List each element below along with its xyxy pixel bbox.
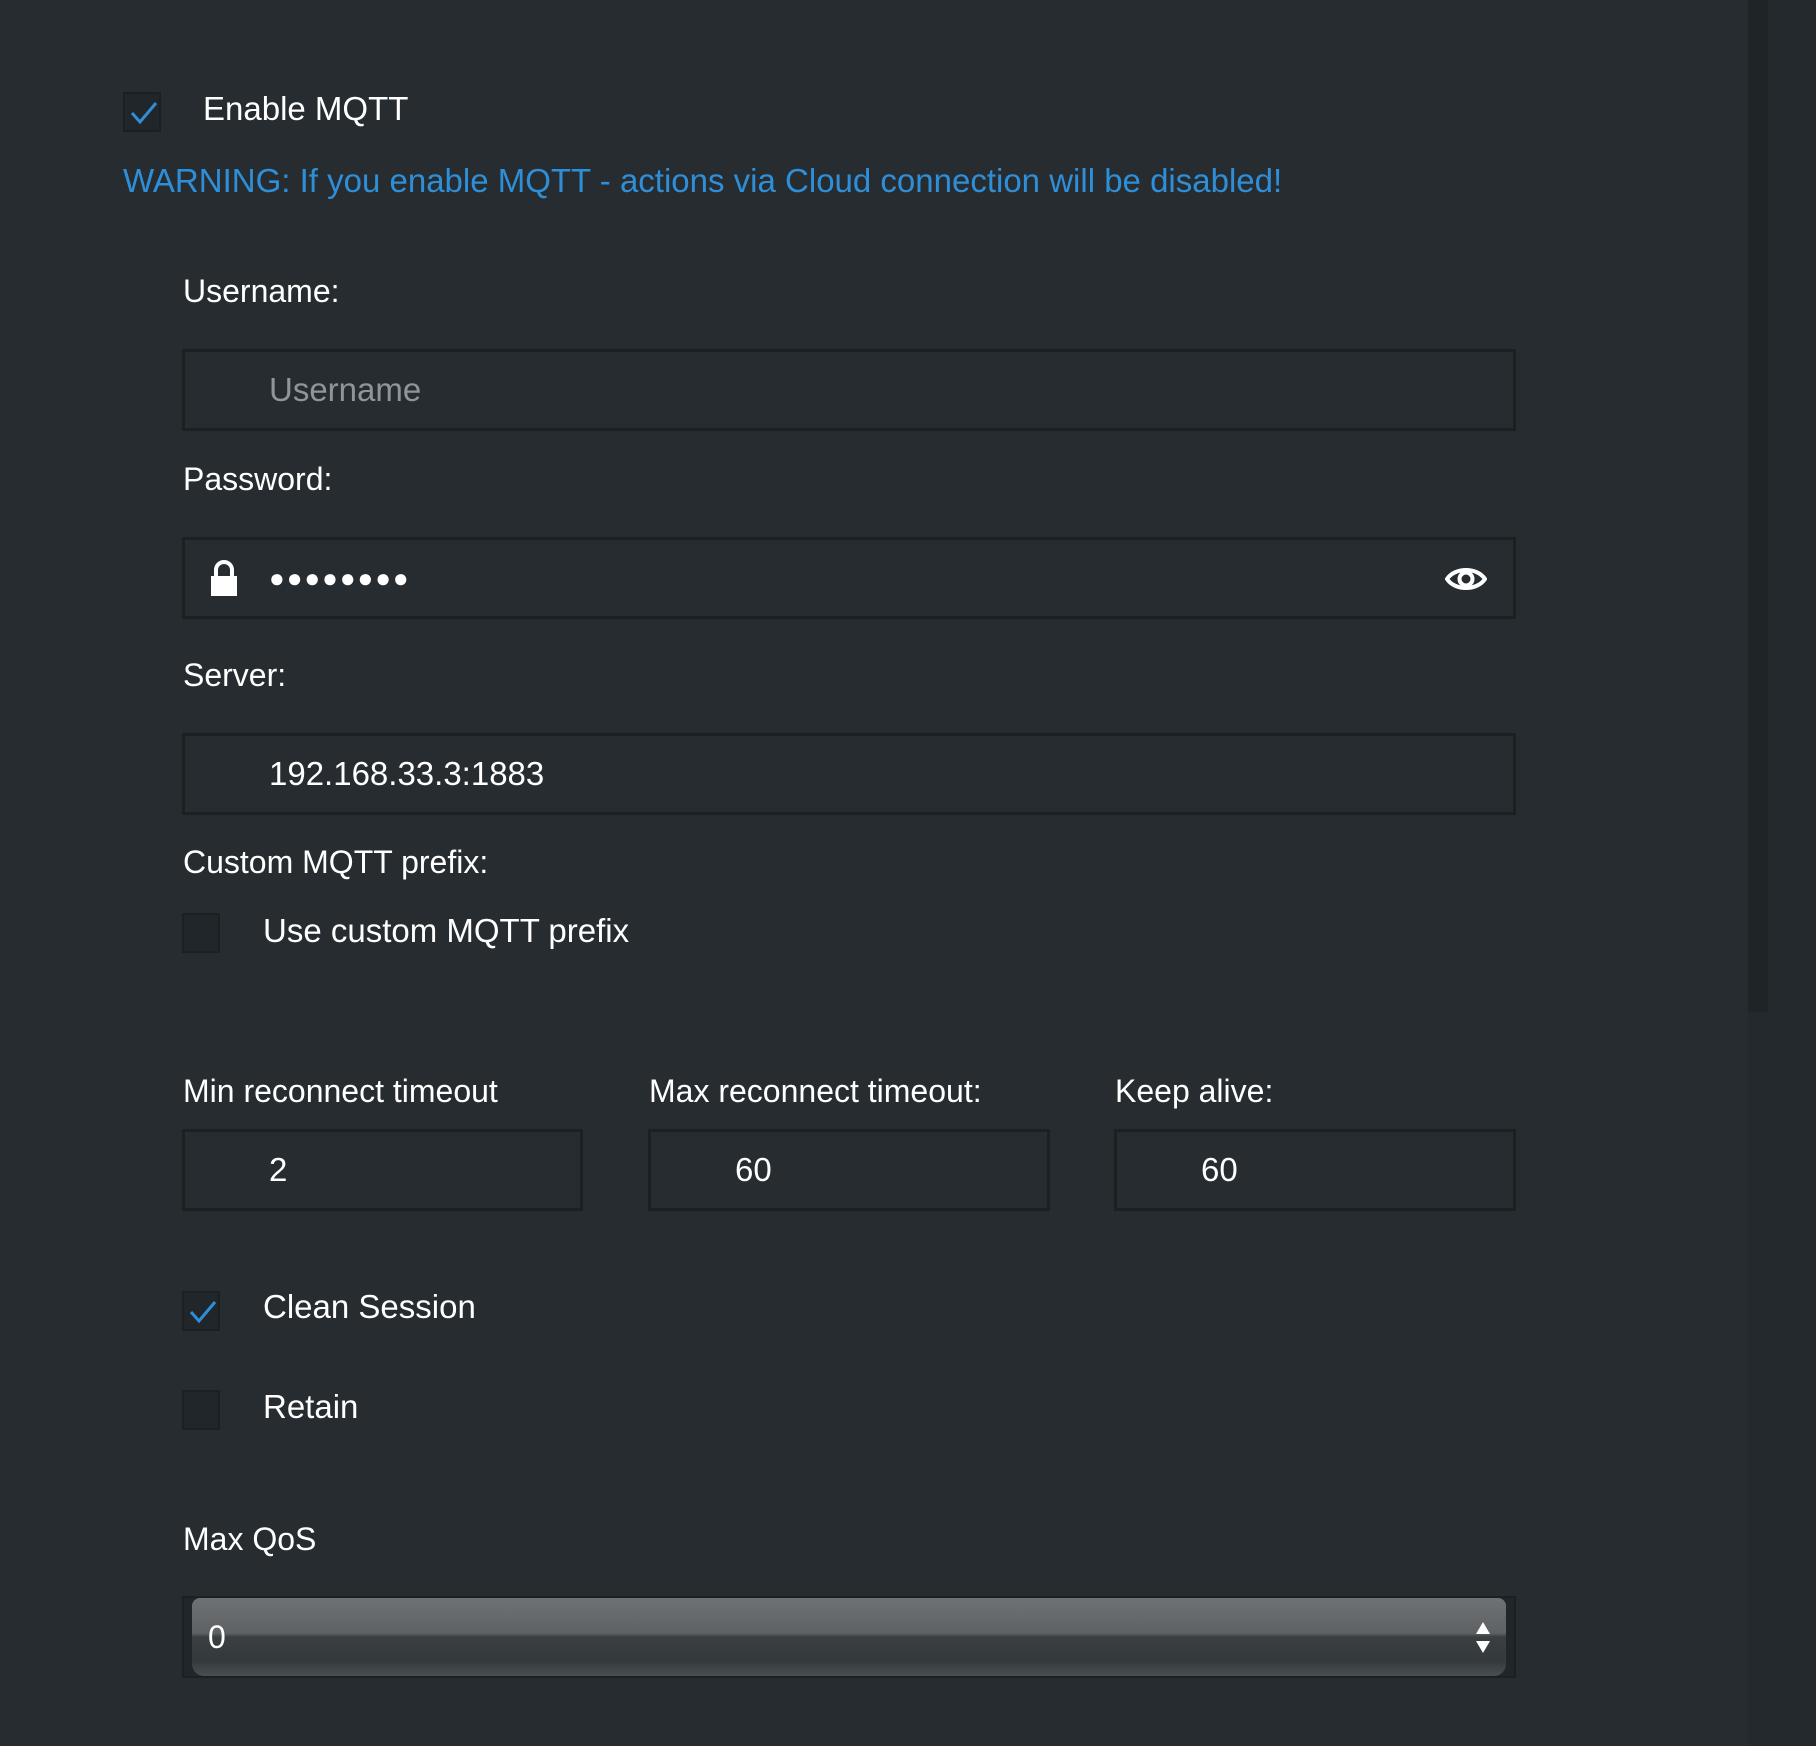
max-qos-selected-value: 0 <box>208 1619 226 1655</box>
max-qos-select[interactable]: 0 <box>182 1596 1516 1678</box>
keep-alive-field[interactable]: 60 <box>1114 1129 1516 1211</box>
password-masked-value: ●●●●●●●● <box>269 563 411 593</box>
use-custom-prefix-checkbox[interactable] <box>182 913 220 953</box>
retain-label: Retain <box>263 1388 359 1425</box>
lock-icon <box>211 560 237 596</box>
min-reconnect-timeout-value: 2 <box>269 1151 288 1188</box>
retain-checkbox[interactable] <box>182 1390 220 1430</box>
max-qos-select-face: 0 <box>192 1598 1506 1676</box>
scrollbar-track[interactable] <box>1748 0 1816 1746</box>
enable-mqtt-label: Enable MQTT <box>203 90 409 127</box>
scrollbar-thumb[interactable] <box>1748 0 1768 1012</box>
select-arrows-icon <box>1476 1622 1490 1653</box>
max-reconnect-timeout-value: 60 <box>735 1151 772 1188</box>
password-label: Password: <box>183 461 333 497</box>
min-reconnect-timeout-label: Min reconnect timeout <box>183 1073 498 1109</box>
max-reconnect-timeout-label: Max reconnect timeout: <box>649 1073 982 1109</box>
username-field[interactable]: Username <box>182 349 1516 431</box>
max-reconnect-timeout-field[interactable]: 60 <box>648 1129 1050 1211</box>
clean-session-checkbox[interactable] <box>182 1291 220 1331</box>
eye-icon[interactable] <box>1445 564 1487 594</box>
clean-session-label: Clean Session <box>263 1288 476 1325</box>
server-value: 192.168.33.3:1883 <box>269 755 545 792</box>
username-label: Username: <box>183 273 340 309</box>
keep-alive-value: 60 <box>1201 1151 1238 1188</box>
checkmark-icon <box>189 1301 217 1324</box>
custom-prefix-label: Custom MQTT prefix: <box>183 844 489 880</box>
min-reconnect-timeout-field[interactable]: 2 <box>182 1129 583 1211</box>
password-field[interactable]: ●●●●●●●● <box>182 537 1516 619</box>
server-field[interactable]: 192.168.33.3:1883 <box>182 733 1516 815</box>
mqtt-warning-text: WARNING: If you enable MQTT - actions vi… <box>123 162 1283 199</box>
username-placeholder: Username <box>269 371 422 408</box>
use-custom-prefix-label: Use custom MQTT prefix <box>263 912 630 949</box>
max-qos-label: Max QoS <box>183 1521 317 1557</box>
enable-mqtt-checkbox[interactable] <box>123 92 161 132</box>
mqtt-settings-page: Enable MQTT WARNING: If you enable MQTT … <box>0 0 1816 1746</box>
server-label: Server: <box>183 657 287 693</box>
checkmark-icon <box>130 102 158 125</box>
keep-alive-label: Keep alive: <box>1115 1073 1274 1109</box>
